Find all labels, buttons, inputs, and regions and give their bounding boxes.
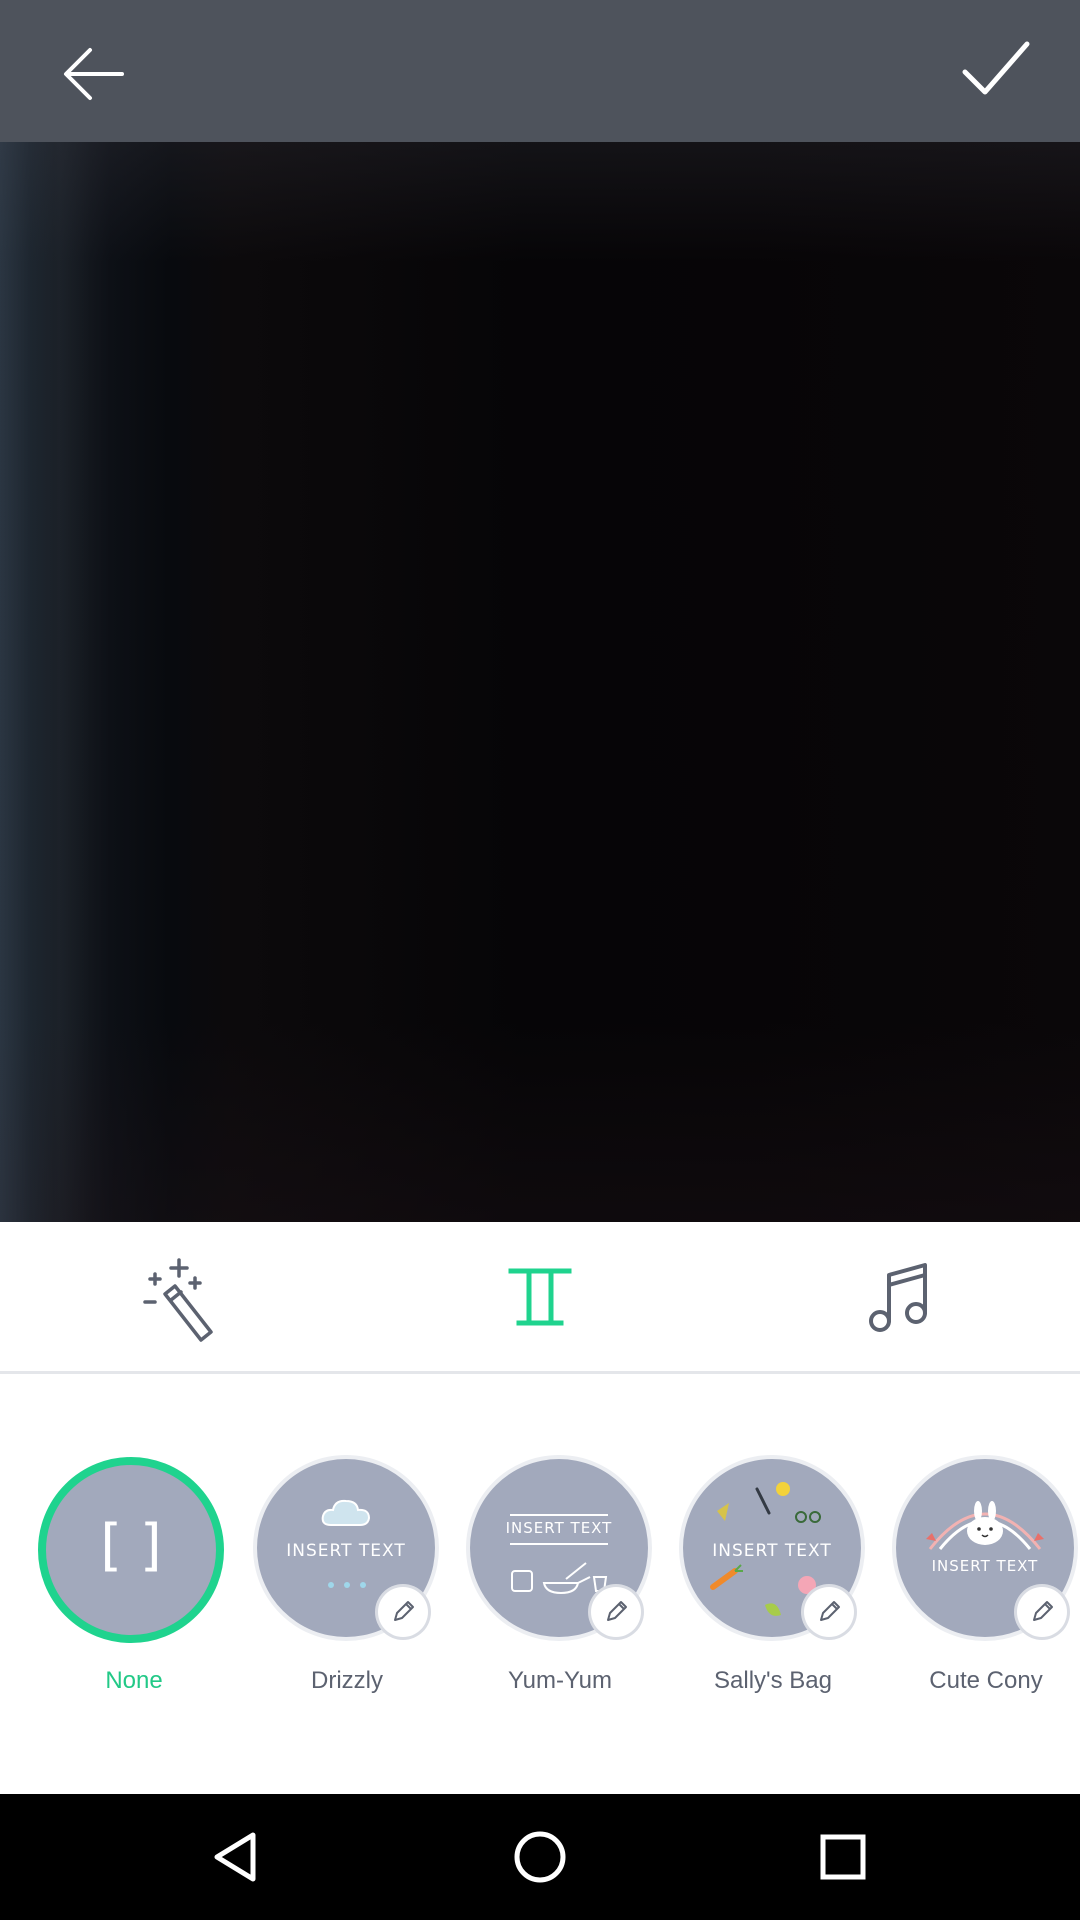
home-circle-icon [514,1831,566,1883]
text-tool-button[interactable] [490,1252,590,1342]
video-editor-screen: [ ] None INSERT TEXT Drizzly INSERT TEXT… [0,0,1080,1920]
edit-template-button[interactable] [591,1587,641,1637]
music-tool-button[interactable] [850,1252,950,1342]
edit-template-button[interactable] [1017,1587,1067,1637]
done-button[interactable] [940,20,1050,120]
divider-line [510,1514,608,1516]
template-none[interactable]: [ ] None [34,1457,234,1719]
pencil-icon [394,1601,414,1621]
divider-line [510,1543,608,1545]
insert-text-label: INSERT TEXT [505,1519,613,1537]
insert-text-label: INSERT TEXT [712,1541,832,1561]
effects-tool-button[interactable] [130,1252,230,1342]
edit-template-button[interactable] [804,1587,854,1637]
template-sallys-bag[interactable]: INSERT TEXT Sally's Bag [673,1459,873,1719]
nav-home-button[interactable] [500,1817,580,1897]
pencil-icon [607,1601,627,1621]
nav-back-button[interactable] [197,1817,277,1897]
back-button[interactable] [40,20,140,120]
top-bar [0,0,1080,142]
template-thumbnail: [ ] [38,1457,224,1643]
pencil-icon [1033,1601,1053,1621]
system-navigation-bar [0,1794,1080,1920]
music-note-icon [869,1263,927,1332]
template-label: Yum-Yum [507,1667,613,1694]
arrow-left-icon [64,48,124,100]
video-preview[interactable] [0,142,1080,1222]
template-yum-yum[interactable]: INSERT TEXT Yum-Yum [460,1459,660,1719]
empty-bracket-label: [ ] [100,1513,162,1578]
template-cute-cony[interactable]: INSERT TEXT Cute Cony [886,1459,1080,1719]
kitchen-utensils-icon [511,1562,608,1595]
insert-text-label: INSERT TEXT [931,1557,1039,1575]
raindrops-icon [328,1582,366,1588]
recents-square-icon [820,1834,866,1880]
text-icon [508,1268,572,1326]
template-drizzly[interactable]: INSERT TEXT Drizzly [247,1459,447,1719]
tool-row [0,1222,1080,1372]
cloud-icon [321,1499,371,1526]
magic-wand-icon [143,1258,213,1342]
edit-template-button[interactable] [378,1587,428,1637]
insert-text-label: INSERT TEXT [286,1541,406,1561]
template-label: None [105,1667,163,1694]
pencil-icon [820,1601,840,1621]
check-icon [962,41,1030,95]
back-triangle-icon [214,1832,256,1882]
template-strip: [ ] None INSERT TEXT Drizzly INSERT TEXT… [0,1374,1080,1794]
nav-recents-button[interactable] [803,1817,883,1897]
template-label: Sally's Bag [714,1667,832,1694]
template-label: Cute Cony [929,1667,1043,1694]
template-label: Drizzly [311,1667,383,1694]
